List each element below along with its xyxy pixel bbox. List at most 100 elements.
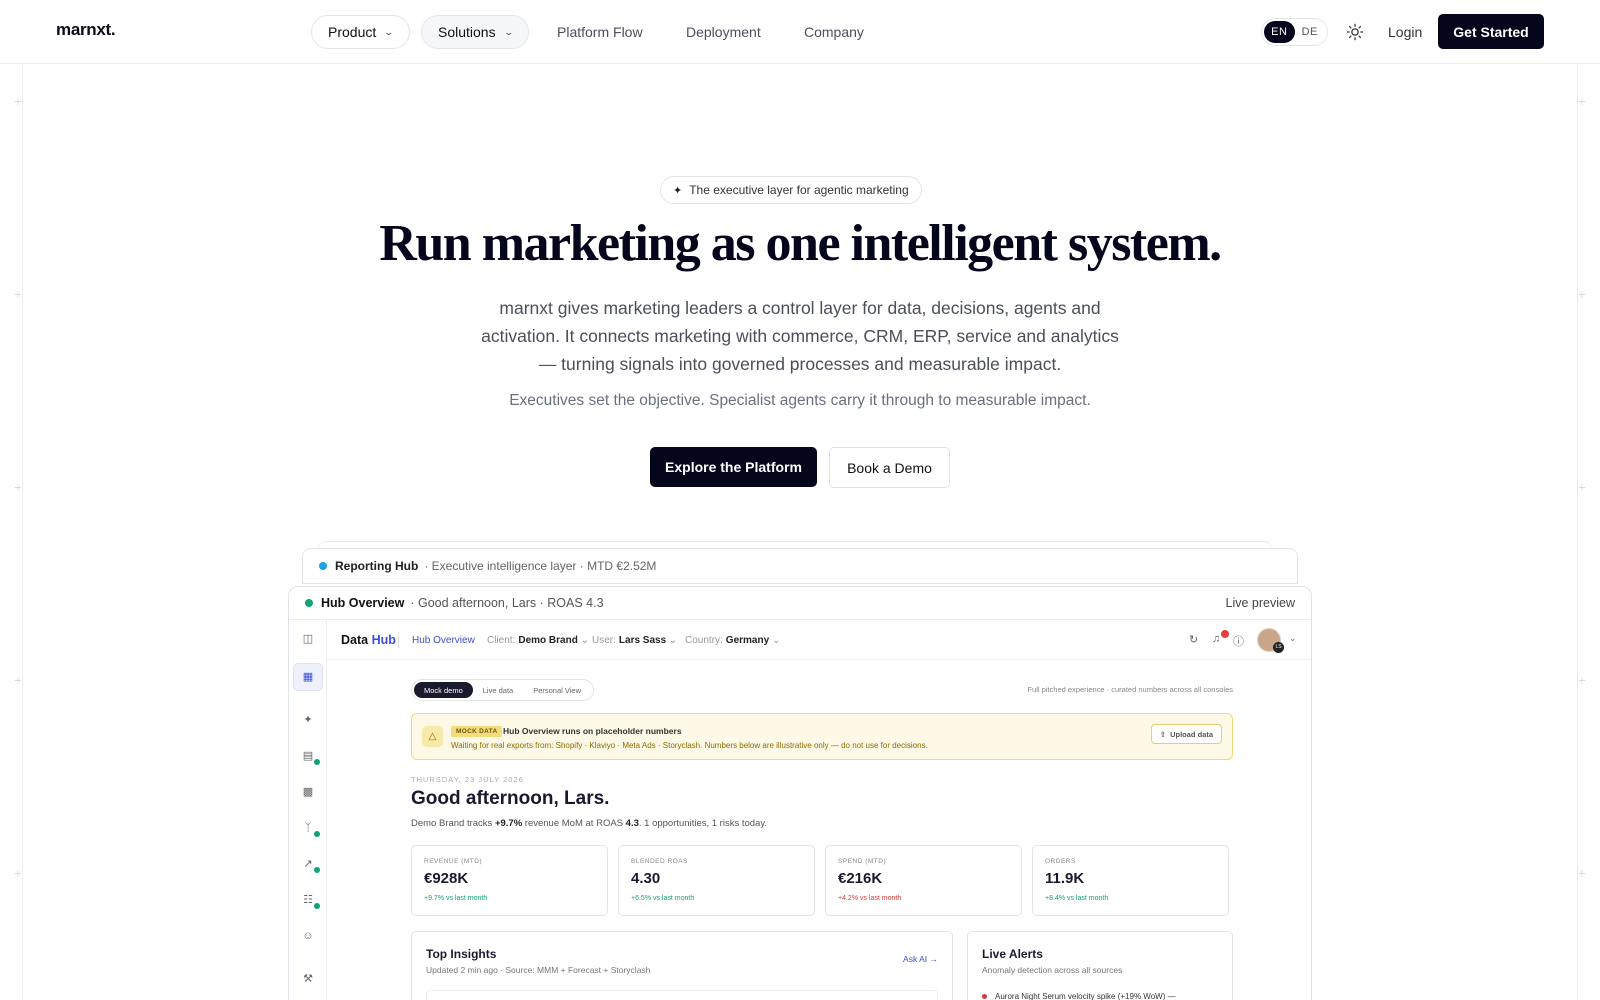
sidebar-toggle-icon[interactable]: ◫ — [301, 632, 315, 646]
eyebrow-text: The executive layer for agentic marketin… — [689, 183, 909, 197]
top-nav: marnxt. Product ⌄ Solutions ⌄ Platform F… — [0, 0, 1600, 64]
client-filter[interactable]: Client: Demo Brand ⌄ — [487, 635, 589, 646]
status-dot — [314, 831, 320, 837]
nav-company[interactable]: Company — [804, 24, 864, 40]
plus-marker-icon: + — [1577, 93, 1587, 109]
tracking-suffix: . 1 opportunities, 1 risks today. — [638, 818, 768, 829]
refresh-icon[interactable]: ↻ — [1189, 633, 1198, 646]
nav-solutions-dropdown[interactable]: Solutions ⌄ — [421, 15, 530, 49]
nav-product-dropdown[interactable]: Product ⌄ — [311, 15, 410, 49]
language-switcher: EN DE — [1261, 18, 1328, 46]
status-dot — [319, 562, 327, 570]
app-sidebar: ◫ ▦ ✦ ▤ ▩ ᛉ ↗ ☷ ☺ ⚒ — [289, 620, 327, 1000]
country-filter-value: Germany — [725, 635, 770, 646]
status-dot — [314, 903, 320, 909]
plus-marker-icon: + — [13, 865, 23, 881]
lang-en-button[interactable]: EN — [1264, 21, 1295, 43]
nav-solutions-label: Solutions — [438, 24, 496, 40]
mock-data-tag: MOCK DATA — [451, 726, 503, 737]
user-filter-value: Lars Sass — [618, 635, 667, 646]
book-demo-button[interactable]: Book a Demo — [829, 447, 950, 488]
dashboard-icon[interactable]: ▦ — [301, 670, 315, 684]
window-title: Hub Overview — [321, 596, 405, 610]
reporting-hub-card[interactable]: Reporting Hub · Executive intelligence l… — [302, 548, 1298, 584]
personal-view-tab[interactable]: Personal View — [523, 682, 591, 698]
live-alerts-panel: Live Alerts Anomaly detection across all… — [967, 931, 1233, 1000]
tracking-middle: revenue MoM at ROAS — [524, 818, 624, 829]
chevron-down-icon: ⌄ — [668, 635, 678, 646]
kpi-label: REVENUE (MTD) — [424, 858, 483, 865]
sparkles-icon: ✦ — [673, 184, 683, 197]
alert-item[interactable]: Aurora Night Serum velocity spike (+19% … — [982, 992, 1176, 1000]
trend-icon[interactable]: ↗ — [301, 857, 315, 871]
app-brand-data: Data — [341, 633, 369, 647]
chevron-down-icon: ⌄ — [384, 26, 394, 37]
kpi-card-roas[interactable]: BLENDED ROAS 4.30 +6.5% vs last month — [618, 845, 815, 916]
live-preview-label: Live preview — [1225, 596, 1295, 610]
nav-platform-flow[interactable]: Platform Flow — [557, 24, 643, 40]
alert-dot — [982, 994, 987, 999]
kpi-card-revenue[interactable]: REVENUE (MTD) €928K +9.7% vs last month — [411, 845, 608, 916]
plus-marker-icon: + — [13, 93, 23, 109]
logo[interactable]: marnxt. — [56, 20, 116, 40]
document-icon[interactable]: ▤ — [301, 749, 315, 763]
ask-ai-link[interactable]: Ask AI → — [903, 954, 938, 964]
bell-icon[interactable]: ♫ — [1212, 633, 1220, 645]
kpi-card-orders[interactable]: ORDERS 11.9K +8.4% vs last month — [1032, 845, 1229, 916]
upload-data-label: Upload data — [1170, 729, 1213, 739]
country-filter[interactable]: Country: Germany ⌄ — [685, 635, 780, 646]
cart-icon[interactable]: ☷ — [301, 893, 315, 907]
kpi-label: SPEND (MTD) — [838, 858, 887, 865]
mock-data-banner: △ MOCK DATA Hub Overview runs on placeho… — [411, 713, 1233, 760]
lang-de-button[interactable]: DE — [1295, 21, 1326, 43]
get-started-button[interactable]: Get Started — [1438, 14, 1544, 49]
mock-demo-tab[interactable]: Mock demo — [414, 682, 473, 698]
login-link[interactable]: Login — [1388, 24, 1422, 40]
kpi-delta: +6.5% vs last month — [631, 895, 695, 902]
banner-title: Hub Overview runs on placeholder numbers — [503, 726, 682, 736]
kpi-value: €928K — [424, 870, 469, 887]
notification-badge — [1221, 630, 1229, 638]
panel-title: Top Insights — [426, 947, 497, 961]
breadcrumb[interactable]: Hub Overview — [412, 635, 475, 646]
chevron-down-icon[interactable]: ⌄ — [1289, 633, 1297, 644]
bar-chart-icon[interactable]: ▩ — [301, 785, 315, 799]
divider — [398, 632, 399, 648]
guide-line — [22, 64, 23, 1000]
chevron-down-icon: ⌄ — [771, 635, 781, 646]
alert-text: Aurora Night Serum velocity spike (+19% … — [995, 992, 1176, 1000]
live-data-tab[interactable]: Live data — [473, 682, 523, 698]
hub-overview-window: Hub Overview · Good afternoon, Lars · RO… — [288, 586, 1312, 1000]
insight-row[interactable] — [426, 990, 938, 1000]
window-header: Hub Overview · Good afternoon, Lars · RO… — [289, 587, 1311, 620]
users-icon[interactable]: ☺ — [301, 929, 315, 943]
nav-product-label: Product — [328, 24, 377, 40]
explore-platform-button[interactable]: Explore the Platform — [650, 447, 817, 487]
sparkles-icon[interactable]: ✦ — [301, 713, 315, 727]
app-brand-hub: Hub — [371, 633, 396, 647]
tracking-roas: 4.3 — [625, 818, 639, 829]
kpi-label: ORDERS — [1045, 858, 1076, 865]
branch-icon[interactable]: ᛉ — [301, 821, 315, 835]
plus-marker-icon: + — [1577, 672, 1587, 688]
user-filter[interactable]: User: Lars Sass ⌄ — [592, 635, 677, 646]
plus-marker-icon: + — [1577, 865, 1587, 881]
pitch-note: Full pitched experience · curated number… — [1027, 685, 1233, 694]
help-icon[interactable]: ⓘ — [1233, 633, 1244, 649]
plus-marker-icon: + — [13, 479, 23, 495]
plus-marker-icon: + — [1577, 286, 1587, 302]
chevron-down-icon: ⌄ — [580, 635, 589, 646]
reporting-hub-meta: · Executive intelligence layer · MTD €2.… — [424, 559, 657, 573]
upload-icon: ⇧ — [1159, 729, 1167, 739]
sun-icon[interactable] — [1346, 23, 1364, 41]
upload-data-button[interactable]: ⇧ Upload data — [1150, 724, 1222, 744]
plus-marker-icon: + — [13, 672, 23, 688]
reporting-hub-title: Reporting Hub — [335, 559, 419, 573]
status-dot — [314, 867, 320, 873]
status-dot — [305, 599, 313, 607]
kpi-card-spend[interactable]: SPEND (MTD) €216K +4.2% vs last month — [825, 845, 1022, 916]
tracking-summary: Demo Brand tracks +9.7% revenue MoM at R… — [411, 818, 767, 829]
nav-deployment[interactable]: Deployment — [686, 24, 761, 40]
wrench-icon[interactable]: ⚒ — [301, 972, 315, 986]
top-insights-panel: Top Insights Updated 2 min ago · Source:… — [411, 931, 953, 1000]
